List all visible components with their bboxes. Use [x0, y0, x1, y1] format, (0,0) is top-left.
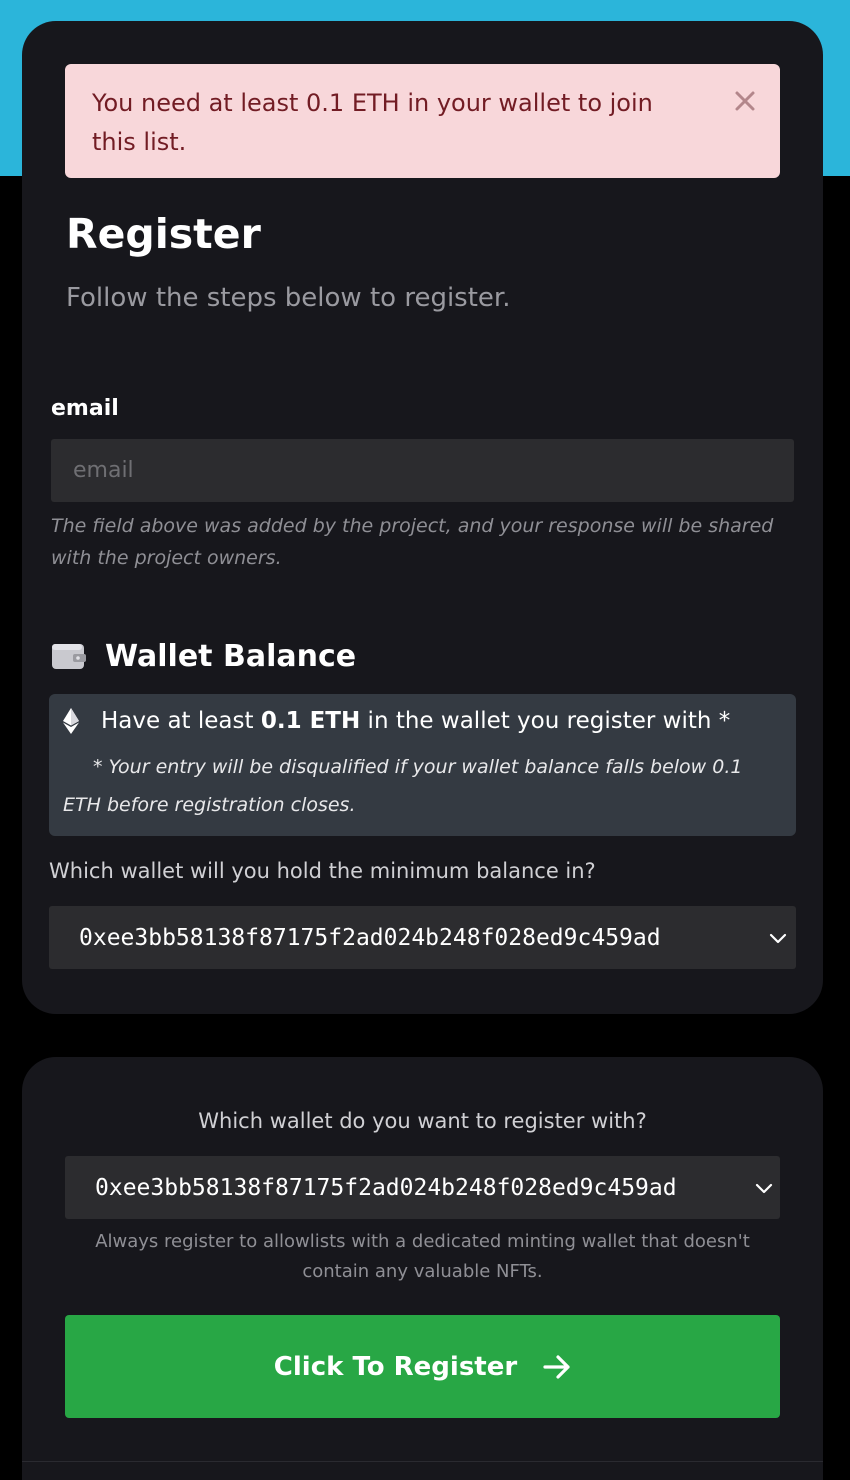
arrow-right-icon	[543, 1354, 570, 1379]
requirement-note: * Your entry will be disqualified if you…	[63, 756, 743, 816]
email-help-text: The field above was added by the project…	[51, 515, 774, 569]
error-alert: You need at least 0.1 ETH in your wallet…	[65, 64, 780, 178]
min-balance-wallet-question: Which wallet will you hold the minimum b…	[49, 859, 596, 883]
page-subtitle: Follow the steps below to register.	[66, 283, 511, 313]
requirement-prefix: Have at least	[101, 708, 261, 734]
register-button-label: Click To Register	[273, 1351, 518, 1382]
card-divider	[22, 1461, 823, 1462]
register-button[interactable]: Click To Register	[65, 1315, 780, 1418]
wallet-icon	[52, 644, 86, 669]
chevron-down-icon	[769, 933, 787, 944]
wallet-balance-title: Wallet Balance	[105, 638, 357, 674]
selected-register-wallet-address: 0xee3bb58138f87175f2ad024b248f028ed9c459…	[95, 1174, 677, 1201]
min-balance-wallet-select[interactable]: 0xee3bb58138f87175f2ad024b248f028ed9c459…	[49, 906, 796, 969]
register-wallet-select[interactable]: 0xee3bb58138f87175f2ad024b248f028ed9c459…	[65, 1156, 780, 1219]
requirement-amount: 0.1 ETH	[260, 708, 361, 734]
eth-requirement-line: Have at least 0.1 ETH in the wallet you …	[63, 708, 730, 734]
email-input[interactable]	[51, 439, 794, 502]
alert-message: You need at least 0.1 ETH in your wallet…	[92, 89, 653, 156]
page-title: Register	[66, 210, 261, 258]
chevron-down-icon	[755, 1183, 773, 1194]
wallet-balance-heading: Wallet Balance	[51, 636, 356, 676]
register-card: You need at least 0.1 ETH in your wallet…	[22, 21, 823, 1014]
register-wallet-question: Which wallet do you want to register wit…	[198, 1109, 647, 1133]
eth-requirement-box: Have at least 0.1 ETH in the wallet you …	[49, 694, 796, 836]
ethereum-icon	[63, 708, 79, 734]
close-icon[interactable]	[732, 88, 758, 114]
dedicated-wallet-note: Always register to allowlists with a ded…	[95, 1231, 750, 1282]
requirement-suffix: in the wallet you register with *	[360, 708, 731, 734]
register-action-card: Which wallet do you want to register wit…	[22, 1057, 823, 1480]
selected-wallet-address: 0xee3bb58138f87175f2ad024b248f028ed9c459…	[79, 924, 661, 951]
email-label: email	[51, 396, 119, 421]
